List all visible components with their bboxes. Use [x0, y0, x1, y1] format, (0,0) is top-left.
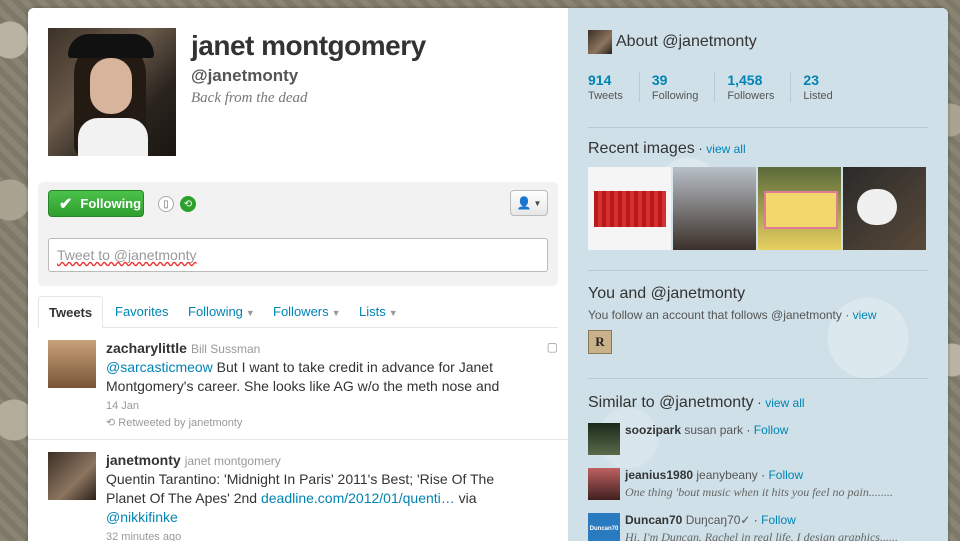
retweet-icon: ⟲ — [106, 417, 119, 429]
tweet-author[interactable]: zacharylittle — [106, 340, 187, 356]
tweet-text: Quentin Tarantino: 'Midnight In Paris' 2… — [106, 471, 495, 525]
you-and-title: You and @janetmonty — [588, 285, 746, 302]
tweet-fullname: Bill Sussman — [190, 342, 261, 356]
tab-lists[interactable]: Lists ▼ — [359, 296, 398, 328]
divider — [588, 127, 928, 128]
tweet-fullname: janet montgomery — [184, 454, 281, 468]
mention-link[interactable]: @sarcasticmeow — [106, 359, 213, 375]
about-section-title: About @janetmonty — [588, 30, 757, 54]
tweet-input-placeholder: Tweet to @janetmonty — [57, 247, 197, 263]
tweet-link[interactable]: deadline.com/2012/01/quenti… — [261, 490, 455, 506]
chevron-down-icon: ▼ — [388, 308, 398, 318]
tab-followers[interactable]: Followers ▼ — [273, 296, 341, 328]
chevron-down-icon: ▼ — [245, 308, 255, 318]
profile-name: janet montgomery — [191, 30, 426, 61]
stat-following[interactable]: 39 Following — [652, 72, 716, 102]
similar-user-name[interactable]: soozipark — [625, 423, 681, 437]
similar-user-bio: One thing 'bout music when it hits you f… — [625, 485, 893, 499]
similar-user-avatar[interactable] — [588, 423, 620, 455]
view-all-images-link[interactable]: view all — [706, 142, 745, 156]
reply-icon[interactable]: ▢ — [547, 340, 558, 354]
similar-user-name[interactable]: jeanius1980 — [625, 468, 693, 482]
mini-avatar — [588, 30, 612, 54]
tweet-item[interactable]: zacharylittle Bill Sussman @sarcasticmeow… — [28, 340, 568, 440]
main-column: janet montgomery @janetmonty Back from t… — [28, 8, 568, 541]
tweet-text: @sarcasticmeow But I want to take credit… — [106, 359, 500, 394]
mutual-follower-avatar[interactable]: R — [588, 330, 612, 354]
retweeted-by-note: ⟲ Retweeted by janetmonty — [106, 417, 243, 429]
similar-user-avatar[interactable] — [588, 468, 620, 500]
image-thumbnail[interactable] — [673, 167, 756, 250]
following-button[interactable]: ✔ Following — [48, 190, 144, 217]
image-thumbnail[interactable] — [758, 167, 841, 250]
tweet-author[interactable]: janetmonty — [106, 452, 181, 468]
tweet-item[interactable]: janetmonty janet montgomery Quentin Taran… — [28, 452, 568, 541]
recent-images-row — [588, 167, 926, 250]
tweet-input[interactable]: Tweet to @janetmonty — [48, 238, 548, 272]
checkmark-icon: ✔ — [59, 195, 73, 213]
stat-tweets[interactable]: 914 Tweets — [588, 72, 640, 102]
profile-stats: 914 Tweets 39 Following 1,458 Followers 23 L… — [588, 72, 861, 102]
dashboard: About @janetmonty 914 Tweets 39 Following … — [568, 8, 948, 541]
divider — [588, 270, 928, 271]
view-all-similar-link[interactable]: view all — [765, 396, 804, 410]
recent-images-title: Recent images · view all — [588, 140, 746, 157]
similar-user-bio: Hi, I'm Duŋcaŋ. Rachel in real life. I d… — [625, 530, 898, 541]
mention-link[interactable]: @nikkifinke — [106, 509, 178, 525]
chevron-down-icon: ▼ — [533, 198, 542, 208]
user-actions-dropdown[interactable]: 👤 ▼ — [510, 190, 548, 216]
follow-link[interactable]: Follow — [754, 423, 789, 437]
similar-user-name[interactable]: Duncan70 — [625, 513, 682, 527]
profile-bio: Back from the dead — [191, 90, 308, 106]
tab-tweets[interactable]: Tweets — [38, 296, 104, 329]
profile-tabs: Tweets Favorites Following ▼ Followers ▼ L… — [38, 296, 558, 329]
image-thumbnail[interactable] — [588, 167, 671, 250]
phone-icon[interactable]: ▯ — [158, 196, 174, 212]
page-container: janet montgomery @janetmonty Back from t… — [28, 8, 948, 541]
follow-link[interactable]: Follow — [768, 468, 803, 482]
profile-handle: @janetmonty — [191, 66, 299, 85]
stat-followers[interactable]: 1,458 Followers — [727, 72, 792, 102]
similar-user-avatar[interactable]: Duncan70 — [588, 513, 620, 541]
person-icon: 👤 — [516, 196, 532, 210]
follow-link[interactable]: Follow — [761, 513, 796, 527]
divider — [588, 378, 928, 379]
tweet-timestamp[interactable]: 14 Jan — [106, 400, 536, 412]
chevron-down-icon: ▼ — [331, 308, 341, 318]
tweet-avatar[interactable] — [48, 340, 96, 388]
retweet-icon[interactable]: ⟲ — [180, 196, 196, 212]
tweet-avatar[interactable] — [48, 452, 96, 500]
action-box: ✔ Following ▯ ⟲ 👤 ▼ Tweet to @janetmonty — [38, 182, 558, 286]
tab-following[interactable]: Following ▼ — [188, 296, 255, 328]
image-thumbnail[interactable] — [843, 167, 926, 250]
mutual-description: You follow an account that follows @jane… — [588, 308, 877, 322]
tab-favorites[interactable]: Favorites — [115, 296, 168, 328]
stat-listed[interactable]: 23 Listed — [803, 72, 848, 102]
following-button-label: Following — [80, 196, 142, 211]
view-mutual-link[interactable]: view — [853, 308, 877, 322]
similar-title: Similar to @janetmonty · view all — [588, 394, 805, 411]
tweet-timestamp[interactable]: 32 minutes ago — [106, 531, 536, 541]
profile-avatar[interactable] — [48, 28, 176, 156]
